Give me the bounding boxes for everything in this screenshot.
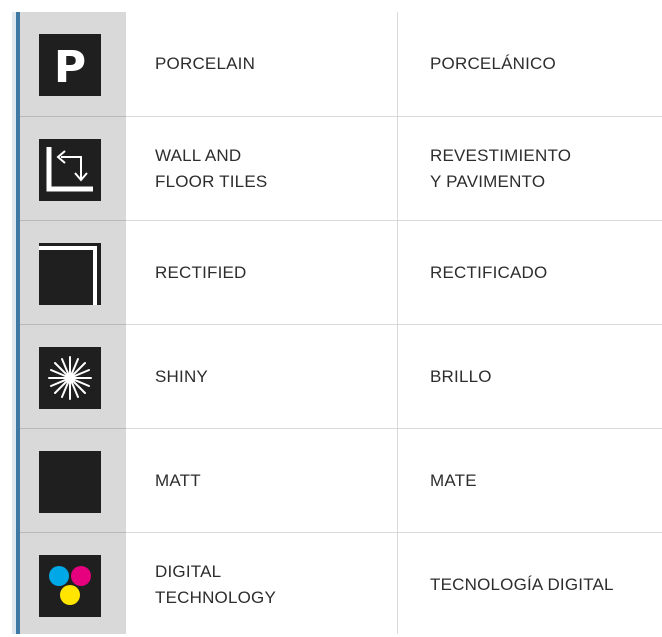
label-spanish: RECTIFICADO [430,263,548,282]
digital-technology-cmy-icon [39,555,101,617]
wall-floor-tiles-icon [39,139,101,201]
label-spanish: REVESTIMIENTO Y PAVIMENTO [430,146,572,191]
shiny-star-icon [39,347,101,409]
rectified-corner-icon [39,243,101,305]
label-english: DIGITAL TECHNOLOGY [155,562,277,607]
label-english: PORCELAIN [155,54,256,73]
legend-row-digital-technology: DIGITAL TECHNOLOGY TECNOLOGÍA DIGITAL [20,532,662,637]
svg-text:P: P [54,42,86,93]
accent-stripe [12,12,20,634]
legend-row-porcelain: P PORCELAIN PORCELÁNICO [20,12,662,116]
porcelain-p-icon: P [39,34,101,96]
label-spanish: BRILLO [430,367,492,386]
legend-row-wall-floor: WALL AND FLOOR TILES REVESTIMIENTO Y PAV… [20,116,662,221]
label-english: WALL AND FLOOR TILES [155,146,268,191]
legend-row-rectified: RECTIFIED RECTIFICADO [20,220,662,325]
label-spanish: TECNOLOGÍA DIGITAL [430,575,614,594]
product-symbols-legend: P PORCELAIN PORCELÁNICO WALL AND FLOOR T… [12,12,662,634]
label-english: RECTIFIED [155,263,247,282]
matt-square-icon [39,451,101,513]
legend-row-shiny: SHINY BRILLO [20,324,662,429]
label-spanish: PORCELÁNICO [430,54,556,73]
label-spanish: MATE [430,471,477,490]
legend-row-matt: MATT MATE [20,428,662,533]
label-english: SHINY [155,367,208,386]
label-english: MATT [155,471,201,490]
